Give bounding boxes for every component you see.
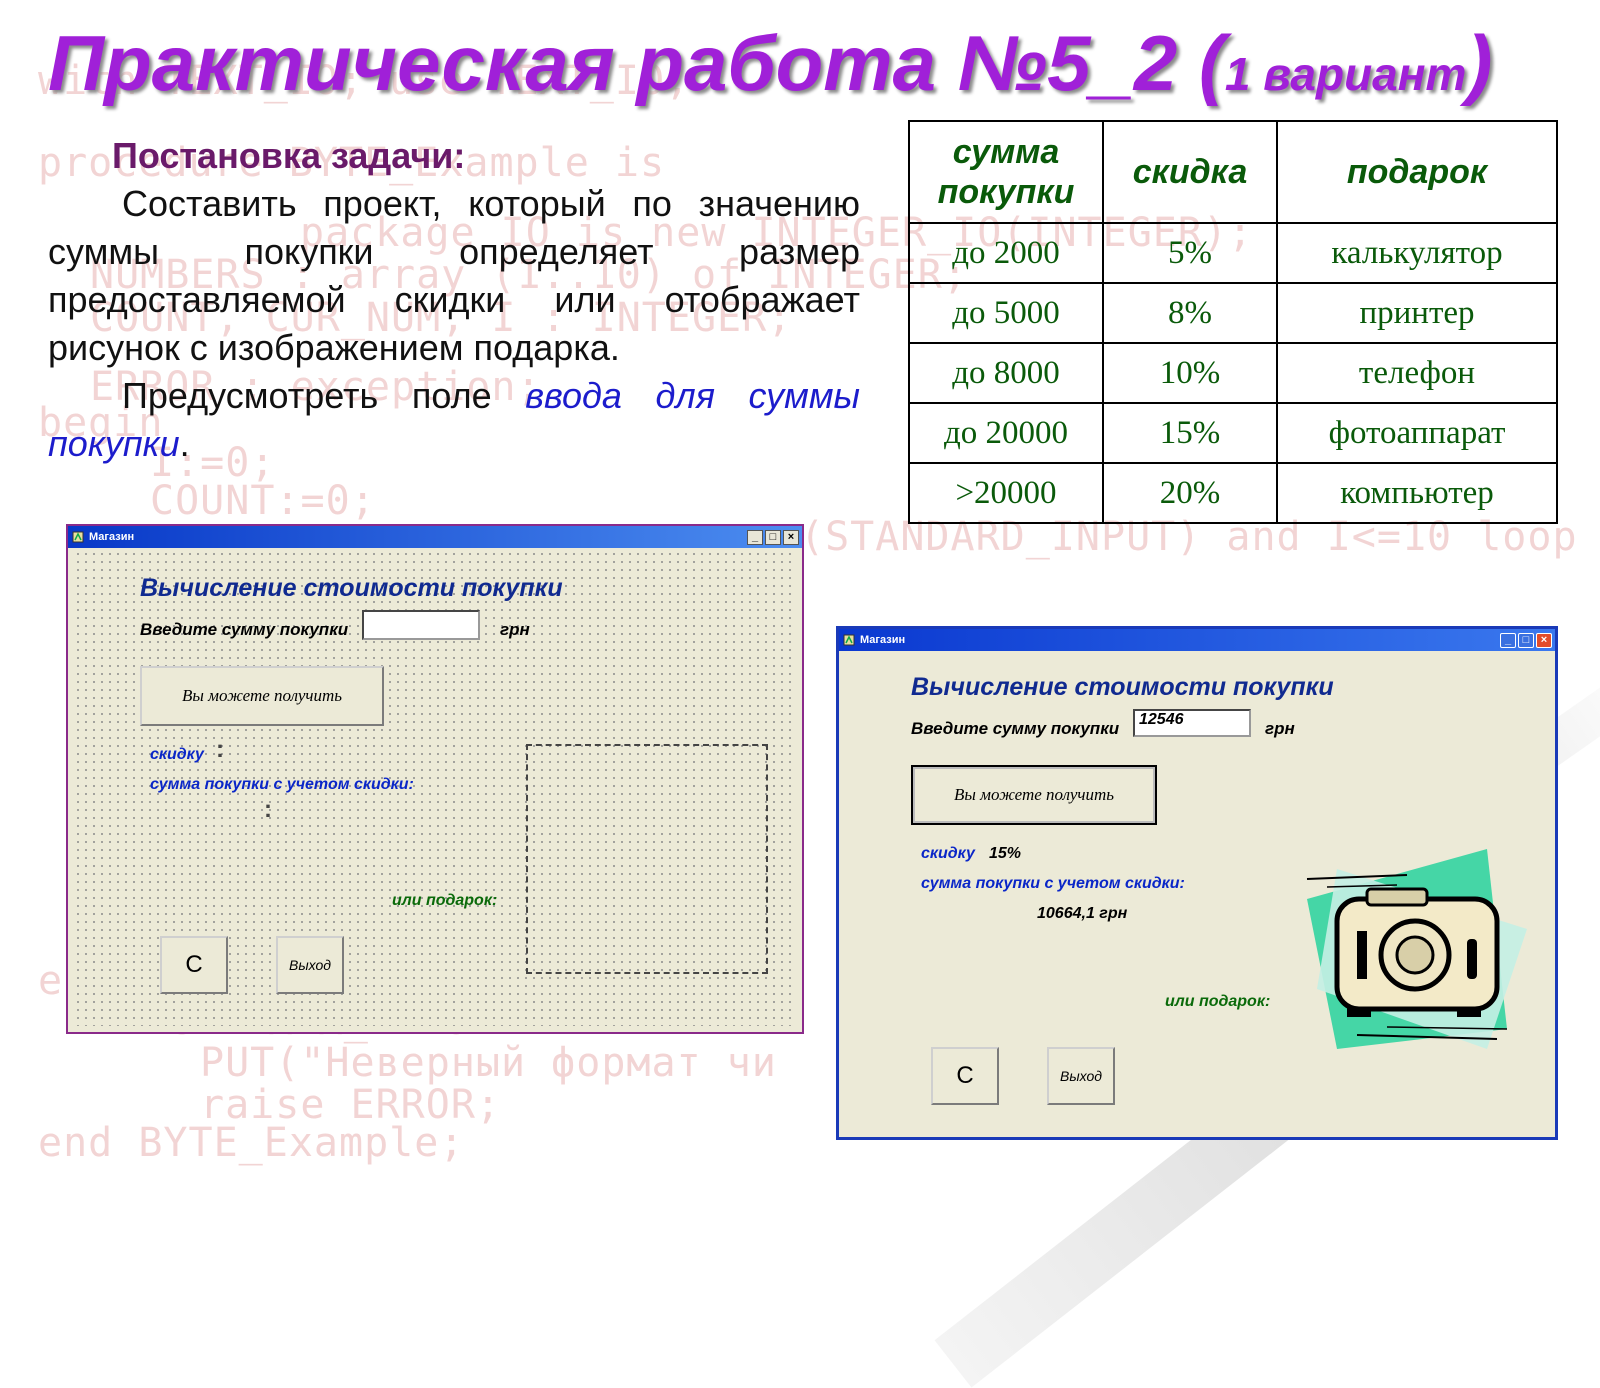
form-client-area: Вычисление стоимости покупки Введите сум… [845, 653, 1549, 1131]
table-row: до 5000 8% принтер [908, 282, 1558, 344]
bg-code-line: raise ERROR; [200, 1082, 501, 1128]
sum-input[interactable] [362, 610, 480, 640]
table-row: до 2000 5% калькулятор [908, 222, 1558, 284]
table-cell: принтер [1276, 282, 1558, 344]
title-close: ) [1466, 19, 1493, 107]
table-cell: компьютер [1276, 462, 1558, 524]
table-header: скидка [1102, 120, 1278, 224]
form-title: Вычисление стоимости покупки [911, 673, 1334, 701]
table-cell: 8% [1102, 282, 1278, 344]
table-cell: 10% [1102, 342, 1278, 404]
table-header: сумма покупки [908, 120, 1104, 224]
task2-prefix: Предусмотреть поле [122, 375, 526, 416]
app-icon [72, 531, 84, 543]
gift-label: или подарок: [392, 892, 498, 909]
close-button[interactable]: × [1536, 632, 1552, 648]
input-label: Введите сумму покупки [911, 719, 1120, 738]
table-header-row: сумма покупки скидка подарок [908, 120, 1558, 224]
table-row: до 20000 15% фотоаппарат [908, 402, 1558, 464]
window-titlebar[interactable]: Магазин _ □ × [839, 629, 1555, 651]
discounted-sum-label: сумма покупки с учетом скидки: [921, 875, 1185, 892]
table-row: >20000 20% компьютер [908, 462, 1558, 524]
app-icon [843, 634, 855, 646]
table-cell: телефон [1276, 342, 1558, 404]
table-cell: фотоаппарат [1276, 402, 1558, 464]
title-variant: 1 вариант [1224, 48, 1467, 100]
clear-button[interactable]: C [931, 1047, 999, 1105]
maximize-button[interactable]: □ [1518, 632, 1534, 648]
form-title: Вычисление стоимости покупки [140, 574, 563, 602]
task-description: Постановка задачи: Составить проект, кот… [48, 132, 860, 468]
discounted-sum-value: 10664,1 грн [1037, 905, 1128, 922]
task-text: Составить проект, который по значению су… [48, 183, 860, 368]
bg-code-line: PUT("Неверный формат чи [200, 1040, 777, 1086]
exit-button[interactable]: Выход [276, 936, 344, 994]
input-label: Введите сумму покупки [140, 620, 349, 639]
table-cell: 15% [1102, 402, 1278, 464]
currency-label: грн [500, 620, 530, 639]
table-cell: калькулятор [1276, 222, 1558, 284]
table-cell: >20000 [908, 462, 1104, 524]
discount-value: 15% [989, 845, 1022, 862]
task-text-2: Предусмотреть поле ввода для суммы покуп… [48, 372, 860, 468]
table-cell: до 2000 [908, 222, 1104, 284]
get-result-button[interactable]: Вы можете получить [140, 666, 384, 726]
clear-button[interactable]: C [160, 936, 228, 994]
gift-label: или подарок: [1165, 993, 1271, 1010]
camera-icon [1297, 839, 1537, 1059]
gift-image-placeholder [526, 744, 768, 974]
discount-table: сумма покупки скидка подарок до 2000 5% … [908, 120, 1558, 524]
bg-code-line: COUNT:=0; [150, 478, 376, 524]
slide-title: Практическая работа №5_2 (1 вариант) [48, 18, 1492, 109]
window-title: Магазин [89, 531, 135, 543]
window-title: Магазин [860, 634, 906, 646]
sum-input[interactable]: 12546 [1133, 709, 1251, 737]
maximize-button[interactable]: □ [765, 529, 781, 545]
minimize-button[interactable]: _ [1500, 632, 1516, 648]
table-row: до 8000 10% телефон [908, 342, 1558, 404]
task2-suffix: . [179, 423, 190, 464]
table-header: подарок [1276, 120, 1558, 224]
currency-label: грн [1265, 719, 1295, 738]
design-window: Магазин _ □ × Вычисление стоимости покуп… [66, 524, 804, 1034]
bg-code-line: end BYTE_Example; [38, 1120, 465, 1166]
get-result-button[interactable]: Вы можете получить [911, 765, 1157, 825]
discount-label: скидку [150, 746, 204, 763]
exit-button[interactable]: Выход [1047, 1047, 1115, 1105]
close-button[interactable]: × [783, 529, 799, 545]
table-cell: до 5000 [908, 282, 1104, 344]
table-cell: до 8000 [908, 342, 1104, 404]
window-titlebar[interactable]: Магазин _ □ × [68, 526, 802, 548]
title-main: Практическая работа №5_2 ( [48, 19, 1225, 107]
table-cell: 20% [1102, 462, 1278, 524]
discount-label: скидку [921, 845, 975, 862]
form-client-area: Вычисление стоимости покупки Введите сум… [74, 550, 796, 1026]
table-cell: до 20000 [908, 402, 1104, 464]
discount-value: : [216, 736, 224, 763]
discounted-sum-label: сумма покупки с учетом скидки: [150, 776, 414, 793]
task-heading: Постановка задачи: [112, 135, 466, 176]
run-window: Магазин _ □ × Вычисление стоимости покуп… [836, 626, 1558, 1140]
table-cell: 5% [1102, 222, 1278, 284]
discounted-sum-value: : [264, 796, 272, 823]
minimize-button[interactable]: _ [747, 529, 763, 545]
